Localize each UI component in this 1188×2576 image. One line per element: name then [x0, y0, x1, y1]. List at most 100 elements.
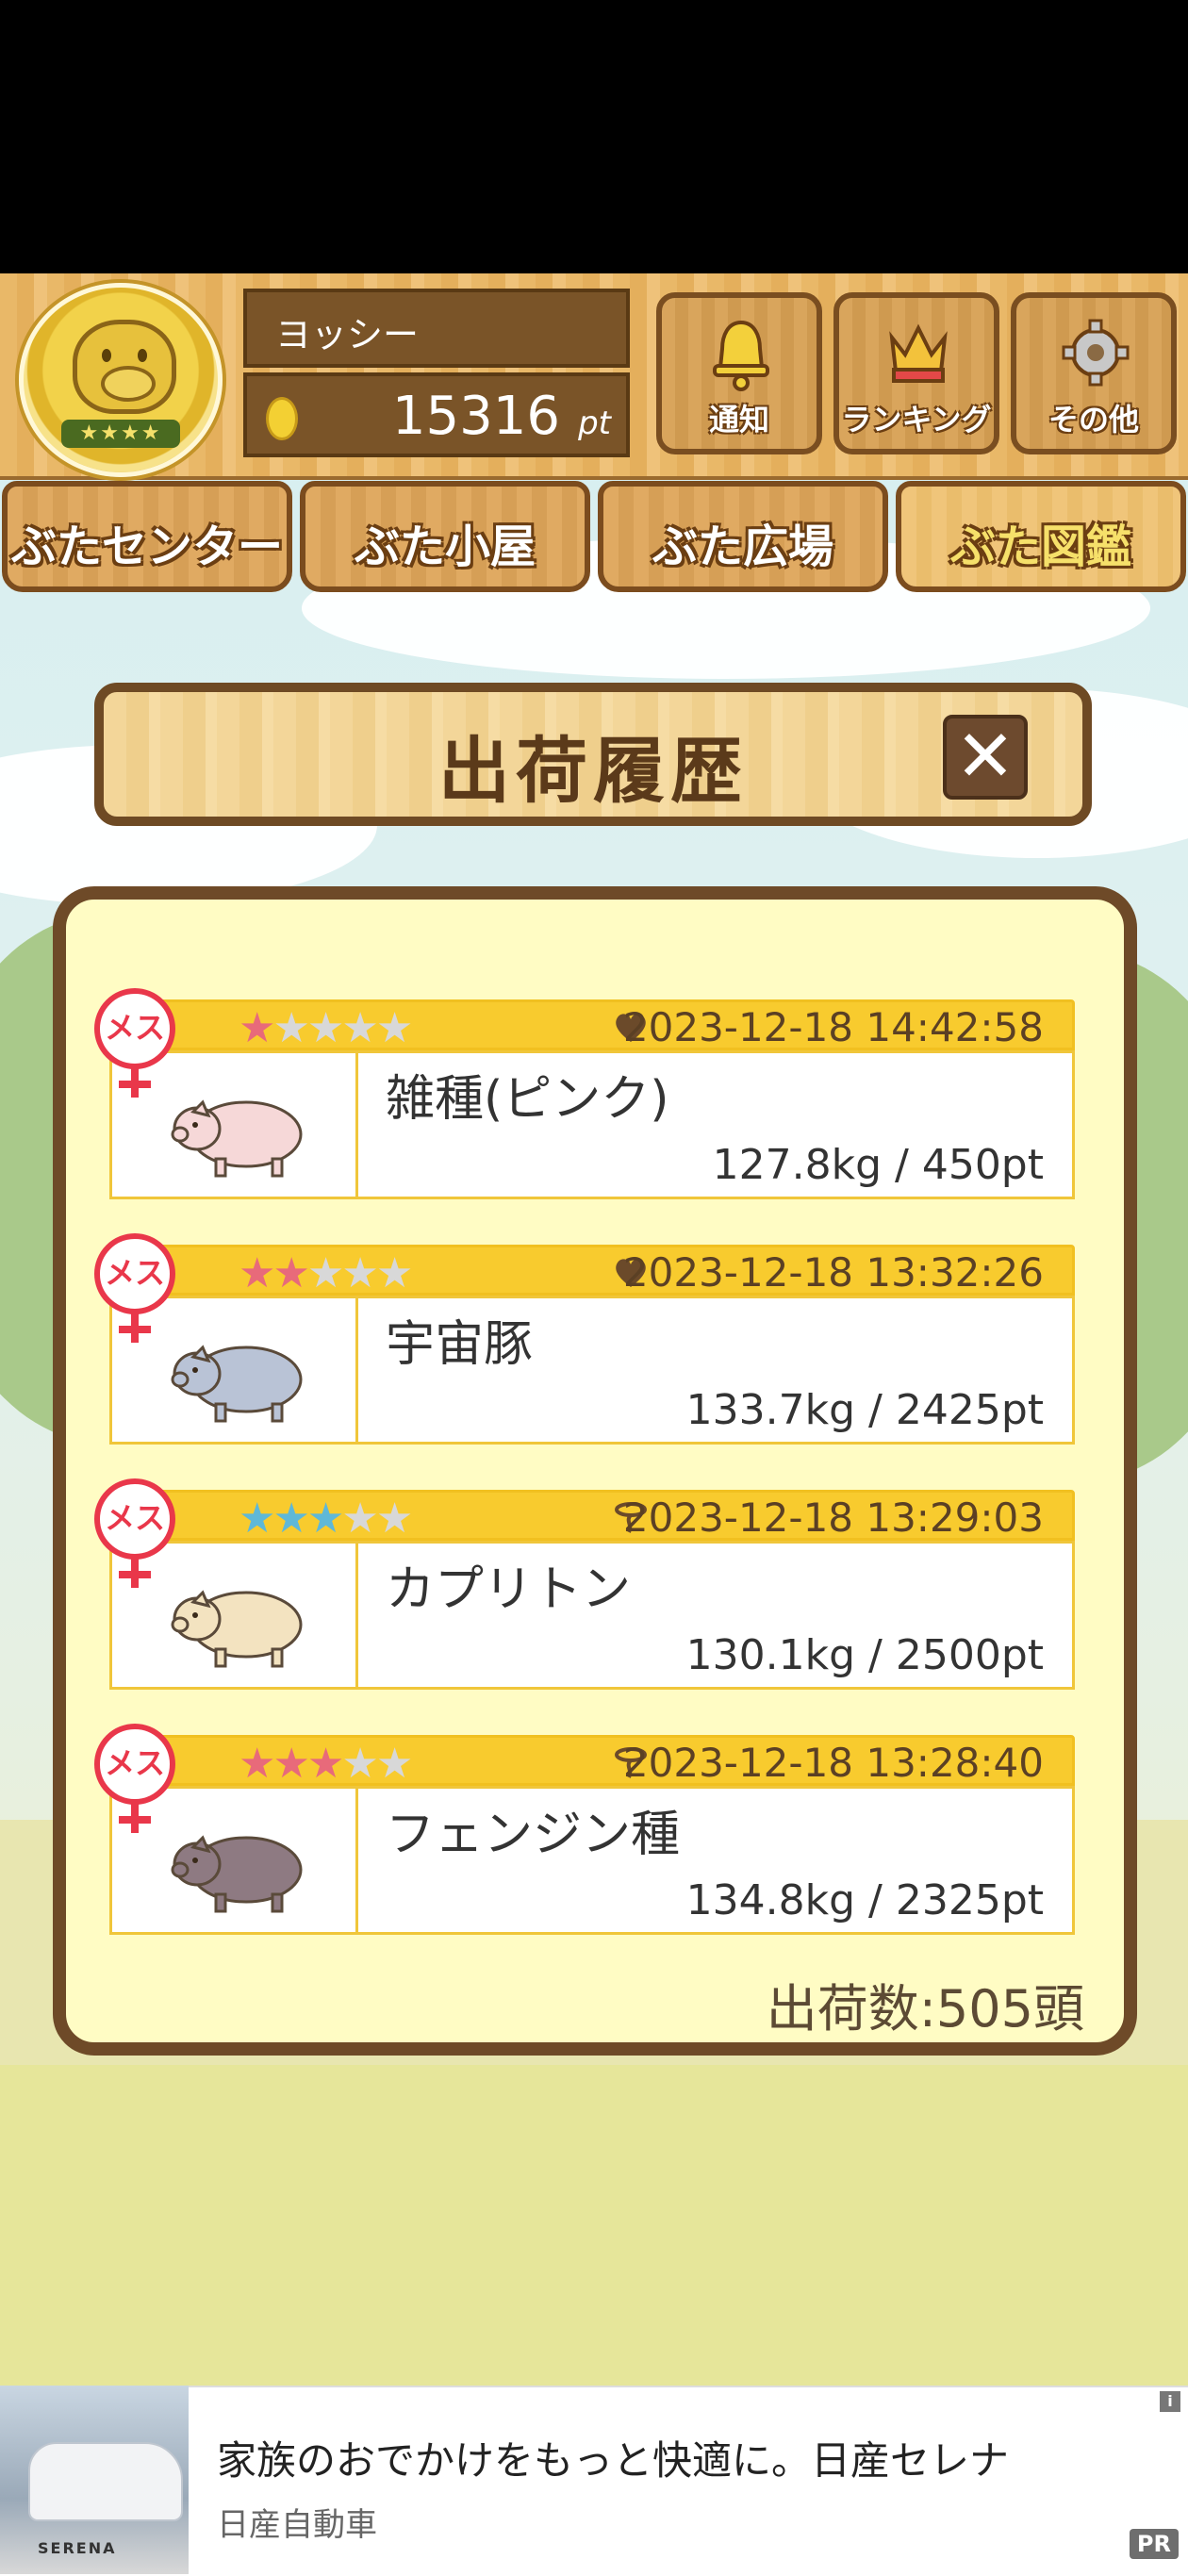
star-icon: ★	[306, 1494, 344, 1543]
shipment-row[interactable]: ★★★★★ 2023-12-18 13:29:03 カプリトン 130.1kg …	[57, 1478, 1075, 1697]
tab-buta-hiroba[interactable]: ぶた広場	[598, 481, 888, 592]
row-card: フェンジン種 134.8kg / 2325pt	[109, 1786, 1075, 1935]
star-icon: ★	[272, 1740, 309, 1788]
female-icon-cross	[119, 1571, 151, 1578]
ranking-label: ランキング	[841, 402, 992, 438]
tab-label: ぶた小屋	[354, 520, 536, 573]
tab-label: ぶた広場	[652, 520, 833, 573]
rank-badge[interactable]: ★★★★	[19, 283, 223, 477]
pig-snout	[101, 366, 156, 402]
tab-label: ぶたセンター	[10, 520, 283, 573]
star-icon: ★	[375, 1249, 413, 1297]
row-header-bar: ★★★★★ 2023-12-18 14:42:58	[109, 999, 1075, 1052]
female-icon-cross	[119, 1081, 151, 1088]
rank-stars: ★★★★★	[239, 1004, 413, 1052]
pig-face-icon	[73, 320, 176, 414]
shipment-date: 2023-12-18 13:28:40	[622, 1740, 1044, 1786]
row-divider	[355, 1298, 358, 1442]
tab-label: ぶた図鑑	[949, 520, 1131, 573]
female-label: メス	[104, 1010, 165, 1046]
star-icon: ★	[341, 1004, 378, 1052]
points-unit: pt	[578, 405, 611, 442]
pig-image	[171, 1835, 303, 1913]
ad-pr-badge: PR	[1129, 2529, 1179, 2559]
female-badge: メス	[94, 988, 175, 1069]
other-label: その他	[1048, 402, 1139, 438]
female-badge: メス	[94, 1233, 175, 1314]
row-divider	[355, 1053, 358, 1197]
female-icon-cross	[119, 1326, 151, 1333]
row-header-bar: ★★★★★ 2023-12-18 13:29:03	[109, 1490, 1075, 1543]
row-card: 雑種(ピンク) 127.8kg / 450pt	[109, 1050, 1075, 1199]
rank-stars: ★★★★★	[239, 1494, 413, 1543]
pig-weight-points: 130.1kg / 2500pt	[685, 1631, 1044, 1679]
shipment-count: 出荷数:505頭	[766, 1979, 1084, 2039]
shipment-date: 2023-12-18 13:29:03	[622, 1494, 1044, 1541]
shipment-row[interactable]: ★★★★★ 2023-12-18 13:28:40 フェンジン種 134.8kg…	[57, 1724, 1075, 1942]
player-name: ヨッシー	[275, 314, 420, 355]
pig-weight-points: 134.8kg / 2325pt	[685, 1876, 1044, 1924]
rank-stars: ★★★★★	[239, 1249, 413, 1297]
pig-eye	[138, 349, 147, 362]
row-divider	[355, 1789, 358, 1932]
row-divider	[355, 1544, 358, 1687]
pig-name: 宇宙豚	[386, 1316, 534, 1373]
star-icon: ★	[272, 1004, 309, 1052]
star-icon: ★	[375, 1004, 413, 1052]
star-icon: ★	[375, 1740, 413, 1788]
female-icon-cross	[119, 1816, 151, 1824]
close-button[interactable]: ✕	[943, 715, 1028, 800]
tab-buta-center[interactable]: ぶたセンター	[2, 481, 292, 592]
pig-eye	[102, 349, 111, 362]
star-icon: ★	[272, 1249, 309, 1297]
shipment-row[interactable]: ★★★★★ 2023-12-18 14:42:58 雑種(ピンク) 127.8k…	[57, 988, 1075, 1207]
tab-buta-goya[interactable]: ぶた小屋	[300, 481, 590, 592]
star-icon: ★	[239, 1249, 275, 1297]
row-card: 宇宙豚 133.7kg / 2425pt	[109, 1296, 1075, 1445]
pig-name: 雑種(ピンク)	[386, 1071, 669, 1128]
female-label: メス	[104, 1745, 165, 1781]
ad-title[interactable]: 家族のおでかけをもっと快適に。日産セレナ	[217, 2429, 1009, 2486]
dialog-title: 出荷履歴	[438, 729, 748, 813]
gear-icon	[1062, 319, 1130, 387]
close-icon: ✕	[955, 714, 1015, 798]
tab-buta-zukan[interactable]: ぶた図鑑	[896, 481, 1186, 592]
points-box: 15316 pt	[243, 372, 630, 457]
pig-name: カプリトン	[386, 1561, 632, 1618]
notification-label: 通知	[708, 402, 769, 438]
ad-image[interactable]: SERENA	[0, 2386, 189, 2574]
row-header-bar: ★★★★★ 2023-12-18 13:28:40	[109, 1735, 1075, 1788]
pig-image	[171, 1099, 303, 1178]
female-label: メス	[104, 1500, 165, 1536]
dialog-title-plate: 出荷履歴 ✕	[94, 683, 1092, 826]
female-badge: メス	[94, 1478, 175, 1560]
star-icon: ★	[341, 1740, 378, 1788]
badge-stars: ★★★★	[61, 420, 180, 448]
ranking-button[interactable]: ランキング	[833, 292, 999, 454]
player-name-box: ヨッシー	[243, 289, 630, 368]
star-icon: ★	[341, 1494, 378, 1543]
ground-lower	[0, 2065, 1188, 2386]
pig-weight-points: 127.8kg / 450pt	[712, 1141, 1044, 1189]
ad-info-icon[interactable]: i	[1160, 2391, 1180, 2412]
female-badge: メス	[94, 1724, 175, 1805]
car-image	[28, 2442, 183, 2521]
star-icon: ★	[239, 1740, 275, 1788]
coin-icon	[266, 397, 298, 440]
shipment-row[interactable]: ★★★★★ 2023-12-18 13:32:26 宇宙豚 133.7kg / …	[57, 1233, 1075, 1452]
crown-icon	[889, 323, 948, 383]
star-icon: ★	[272, 1494, 309, 1543]
star-icon: ★	[239, 1004, 275, 1052]
star-icon: ★	[306, 1740, 344, 1788]
points-value: 15316	[391, 386, 560, 447]
star-icon: ★	[375, 1494, 413, 1543]
shipment-date: 2023-12-18 14:42:58	[622, 1004, 1044, 1050]
notification-button[interactable]: 通知	[656, 292, 822, 454]
star-icon: ★	[306, 1004, 344, 1052]
row-card: カプリトン 130.1kg / 2500pt	[109, 1541, 1075, 1690]
other-button[interactable]: その他	[1011, 292, 1177, 454]
row-header-bar: ★★★★★ 2023-12-18 13:32:26	[109, 1245, 1075, 1297]
star-icon: ★	[306, 1249, 344, 1297]
shipment-date: 2023-12-18 13:32:26	[622, 1249, 1044, 1296]
bell-icon	[713, 320, 769, 391]
